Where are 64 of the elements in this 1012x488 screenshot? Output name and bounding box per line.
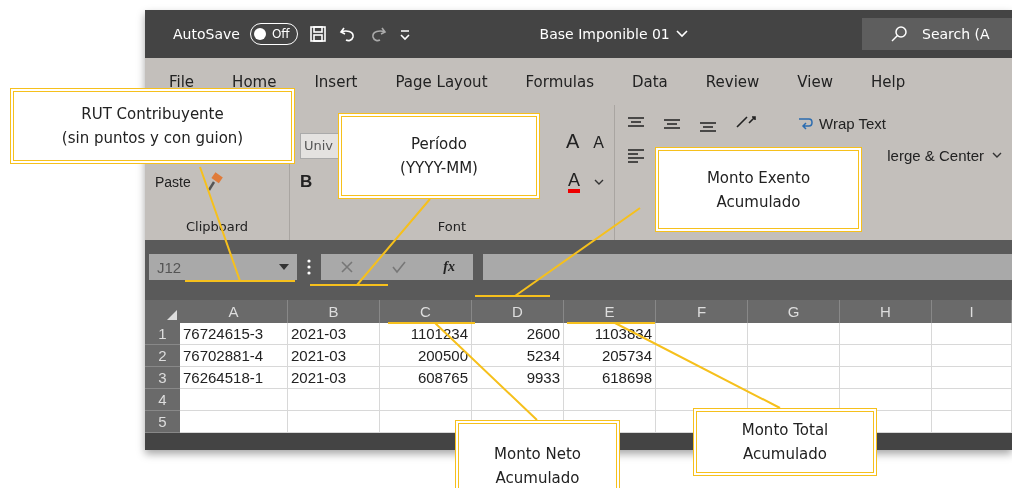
save-icon[interactable] (307, 24, 328, 44)
ribbon-tab[interactable]: Data (632, 72, 668, 91)
row-header[interactable]: 1 (145, 323, 180, 345)
triangle-icon (167, 310, 177, 320)
ribbon-tab[interactable]: View (797, 72, 833, 91)
annotation-callout: RUT Contribuyente (sin puntos y con guion) (10, 88, 295, 164)
table-cell: 618698 (564, 367, 656, 389)
row-header[interactable]: 4 (145, 389, 180, 411)
document-title[interactable]: Base Imponible 01 (539, 26, 688, 42)
ribbon-tab[interactable]: Formulas (525, 72, 594, 91)
grow-font-button[interactable]: A (566, 129, 580, 153)
ribbon-tab[interactable]: Help (870, 72, 906, 91)
wrap-text-button[interactable]: Wrap Text (797, 114, 886, 132)
dropdown-icon[interactable] (279, 264, 289, 270)
ribbon-tab[interactable]: Home (232, 72, 277, 91)
annotation-callout: Monto Neto Acumulado (455, 420, 620, 488)
column-header[interactable]: A (180, 300, 288, 323)
column-header[interactable]: F (656, 300, 748, 323)
table-cell: 5234 (472, 345, 564, 367)
chevron-down-icon[interactable] (675, 30, 688, 38)
search-icon (890, 25, 908, 43)
column-header[interactable]: G (748, 300, 840, 323)
more-icon[interactable] (307, 259, 311, 275)
table-cell: 2021-03 (288, 323, 380, 345)
table-cell: 76702881-4 (180, 345, 288, 367)
dropdown-icon[interactable] (594, 179, 604, 185)
column-header[interactable]: I (932, 300, 1012, 323)
table-cell: 76264518-1 (180, 367, 288, 389)
font-name-field[interactable]: Univ (300, 133, 338, 159)
check-icon[interactable] (391, 259, 408, 275)
table-cell: 9933 (472, 367, 564, 389)
shrink-font-button[interactable]: A (593, 134, 604, 152)
formula-input[interactable] (483, 254, 1012, 280)
annotation-callout: Monto Exento Acumulado (655, 147, 862, 232)
merge-center-button[interactable]: lerge & Center (887, 146, 1002, 164)
table-cell: 608765 (380, 367, 472, 389)
autosave-label: AutoSave (173, 26, 240, 42)
table-cell: 200500 (380, 345, 472, 367)
annotation-callout: Monto Total Acumulado (693, 408, 877, 476)
font-color-button[interactable]: A (568, 171, 580, 193)
row-header[interactable]: 2 (145, 345, 180, 367)
insert-function-button[interactable]: fx (443, 259, 455, 275)
column-header[interactable]: C (380, 300, 472, 323)
annotation-callout: Período (YYYY-MM) (338, 113, 540, 199)
caret-icon[interactable] (992, 152, 1002, 158)
paste-button[interactable]: Paste (155, 174, 191, 190)
column-header[interactable]: E (564, 300, 656, 323)
ribbon-tab[interactable]: Insert (314, 72, 358, 91)
table-cell: 2600 (472, 323, 564, 345)
column-header[interactable]: B (288, 300, 380, 323)
group-label: Font (436, 219, 468, 234)
table-cell: 76724615-3 (180, 323, 288, 345)
row-header[interactable]: 3 (145, 367, 180, 389)
search-field[interactable]: Search (A (862, 18, 1012, 50)
row-header[interactable]: 5 (145, 411, 180, 433)
table-cell: 2021-03 (288, 367, 380, 389)
ribbon-tab[interactable]: Review (705, 72, 760, 91)
table-cell: 2021-03 (288, 345, 380, 367)
ribbon-tab[interactable]: Page Layout (395, 72, 488, 91)
ribbon-tab[interactable]: File (169, 72, 195, 91)
column-header[interactable]: D (472, 300, 564, 323)
table-cell: 205734 (564, 345, 656, 367)
bold-button[interactable]: B (300, 172, 313, 192)
column-header[interactable]: H (840, 300, 932, 323)
